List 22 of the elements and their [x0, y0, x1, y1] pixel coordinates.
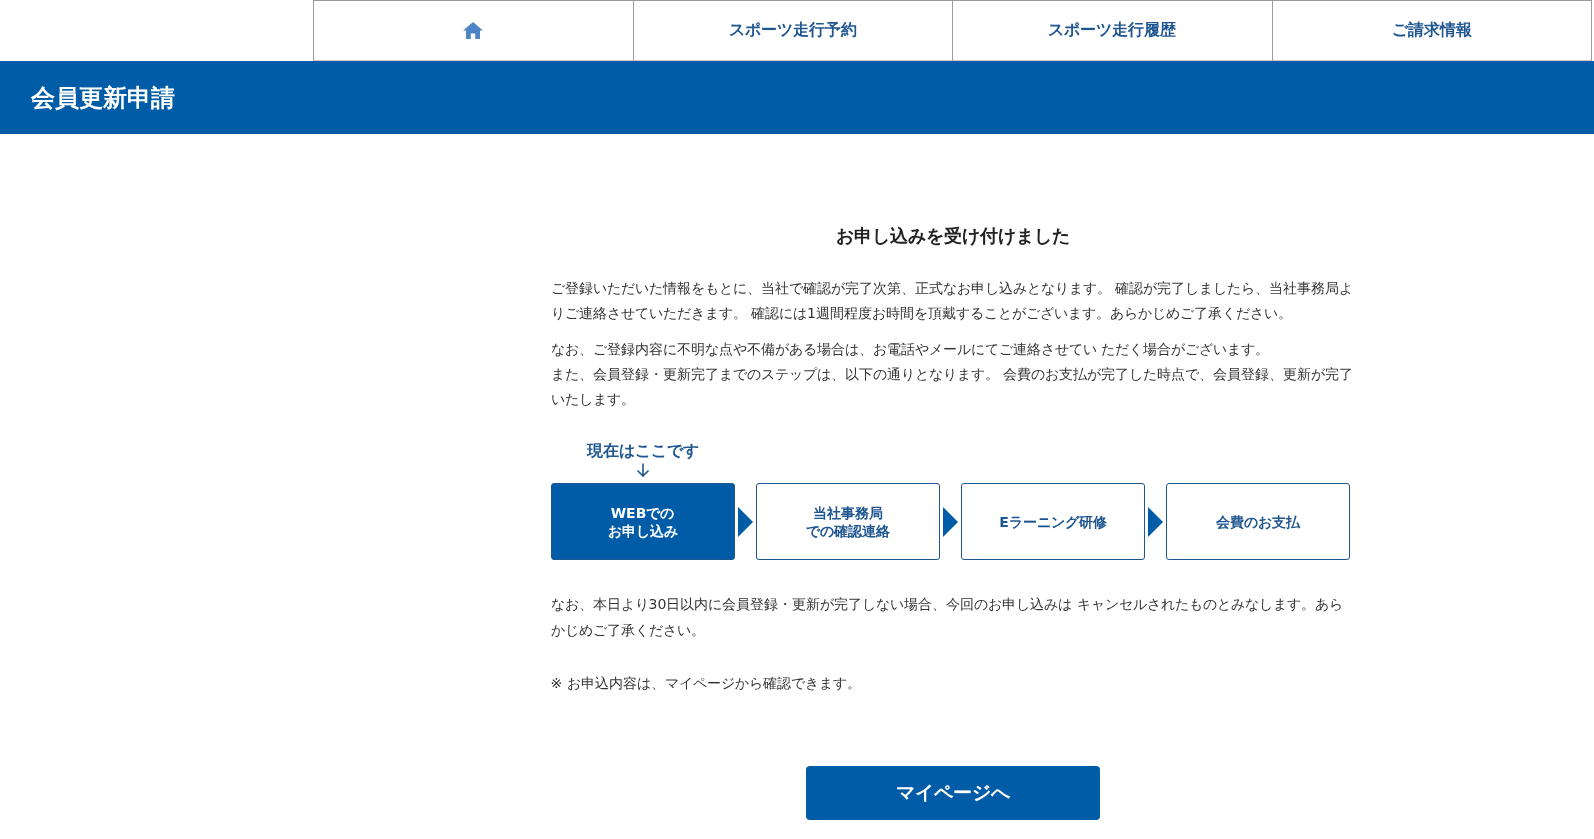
triangle-arrow-icon — [737, 507, 753, 537]
page-title: 会員更新申請 — [31, 82, 175, 113]
triangle-arrow-icon — [1148, 507, 1164, 537]
info-paragraph: ご登録いただいた情報をもとに、当社で確認が完了次第、正式なお申し込みとなります。 確認が完了しましたら、当社事務局よりご連絡させていただきます。 確認には1週間程度お時間を頂戴することがございます。あらかじめご了承ください。 — [550, 279, 1354, 324]
step-box: 会費のお支払 — [1166, 483, 1351, 561]
nav-link[interactable]: スポーツ走行予約 — [632, 0, 952, 61]
nav-link[interactable]: スポーツ走行履歴 — [952, 0, 1272, 61]
step-box: WEBでの お申し込み — [550, 483, 735, 561]
current-step-label: 現在はここです — [586, 441, 699, 462]
info-paragraph: なお、ご登録内容に不明な点や不備がある場合は、お電話やメールにてご連絡させてい ただく場合がございます。 — [550, 339, 1270, 359]
info-paragraph: また、会員登録・更新完了までのステップは、以下の通りとなります。 会費のお支払が完了した時点で、会員登録、更新が完了いたします。 — [550, 364, 1354, 410]
nav-link[interactable]: ご請求情報 — [1271, 0, 1592, 61]
home-icon — [463, 22, 484, 39]
note-paragraph: なお、本日より30日以内に会員登録・更新が完了しない場合、今回のお申し込みは キャンセルされたものとみなします。あらかじめご了承ください。 — [550, 595, 1344, 640]
step-box: Eラーニング研修 — [961, 483, 1146, 561]
mypage-button[interactable]: マイページへ — [805, 766, 1100, 821]
confirmation-heading: お申し込みを受け付けました — [834, 225, 1071, 247]
down-arrow-icon — [635, 463, 650, 478]
note-paragraph: ※ お申込内容は、マイページから確認できます。 — [550, 674, 862, 694]
home-nav-link[interactable] — [313, 0, 633, 61]
triangle-arrow-icon — [943, 507, 958, 537]
step-box: 当社事務局 での確認連絡 — [755, 483, 940, 561]
